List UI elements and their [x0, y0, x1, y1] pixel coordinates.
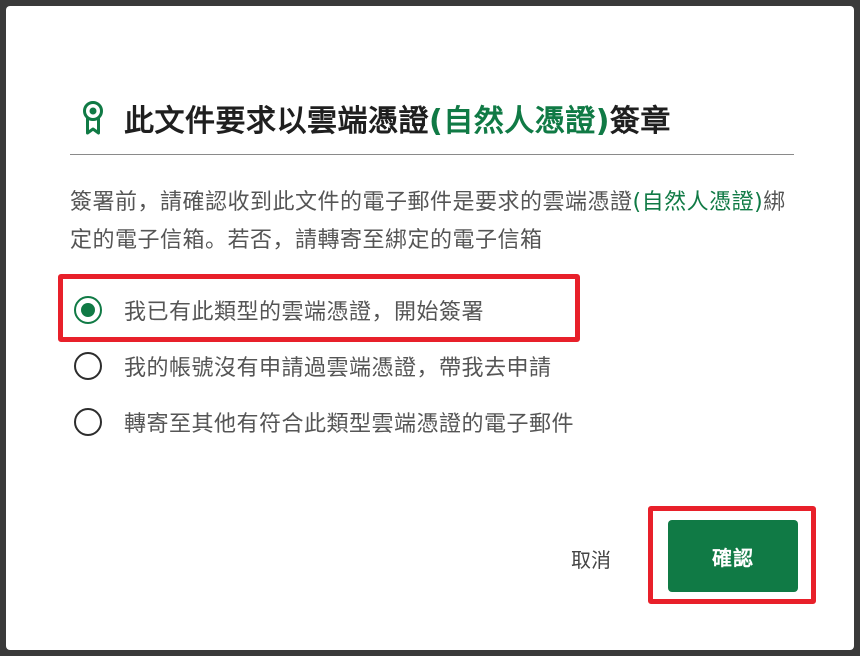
certificate-ribbon-icon	[78, 96, 108, 140]
option-has-certificate[interactable]: 我已有此類型的雲端憑證，開始簽署	[64, 282, 574, 338]
dialog-description: 簽署前，請確認收到此文件的電子郵件是要求的雲端憑證(自然人憑證)綁定的電子信箱。…	[70, 184, 790, 260]
confirm-button[interactable]: 確認	[668, 520, 798, 592]
radio-unselected[interactable]	[74, 352, 102, 380]
radio-dot	[81, 303, 95, 317]
dialog: 此文件要求以雲端憑證(自然人憑證)簽章 簽署前，請確認收到此文件的電子郵件是要求…	[6, 6, 854, 650]
dialog-header: 此文件要求以雲端憑證(自然人憑證)簽章	[78, 92, 671, 144]
radio-selected[interactable]	[74, 296, 102, 324]
radio-unselected[interactable]	[74, 408, 102, 436]
option-group: 我已有此類型的雲端憑證，開始簽署 我的帳號沒有申請過雲端憑證，帶我去申請 轉寄至…	[64, 282, 574, 450]
option-apply-certificate[interactable]: 我的帳號沒有申請過雲端憑證，帶我去申請	[64, 338, 574, 394]
option-label: 我的帳號沒有申請過雲端憑證，帶我去申請	[124, 356, 552, 381]
title-accent: (自然人憑證)	[429, 104, 610, 139]
option-forward-email[interactable]: 轉寄至其他有符合此類型雲端憑證的電子郵件	[64, 394, 574, 450]
option-label: 轉寄至其他有符合此類型雲端憑證的電子郵件	[124, 412, 575, 437]
title-suffix: 簽章	[609, 104, 671, 139]
desc-part1: 簽署前，請確認收到此文件的電子郵件是要求的雲端憑證	[70, 190, 633, 215]
cancel-button[interactable]: 取消	[550, 536, 632, 580]
option-label: 我已有此類型的雲端憑證，開始簽署	[124, 300, 485, 325]
desc-accent: (自然人憑證)	[632, 190, 764, 215]
header-divider	[70, 154, 794, 155]
dialog-title: 此文件要求以雲端憑證(自然人憑證)簽章	[124, 96, 671, 140]
title-main: 此文件要求以雲端憑證	[124, 104, 429, 139]
